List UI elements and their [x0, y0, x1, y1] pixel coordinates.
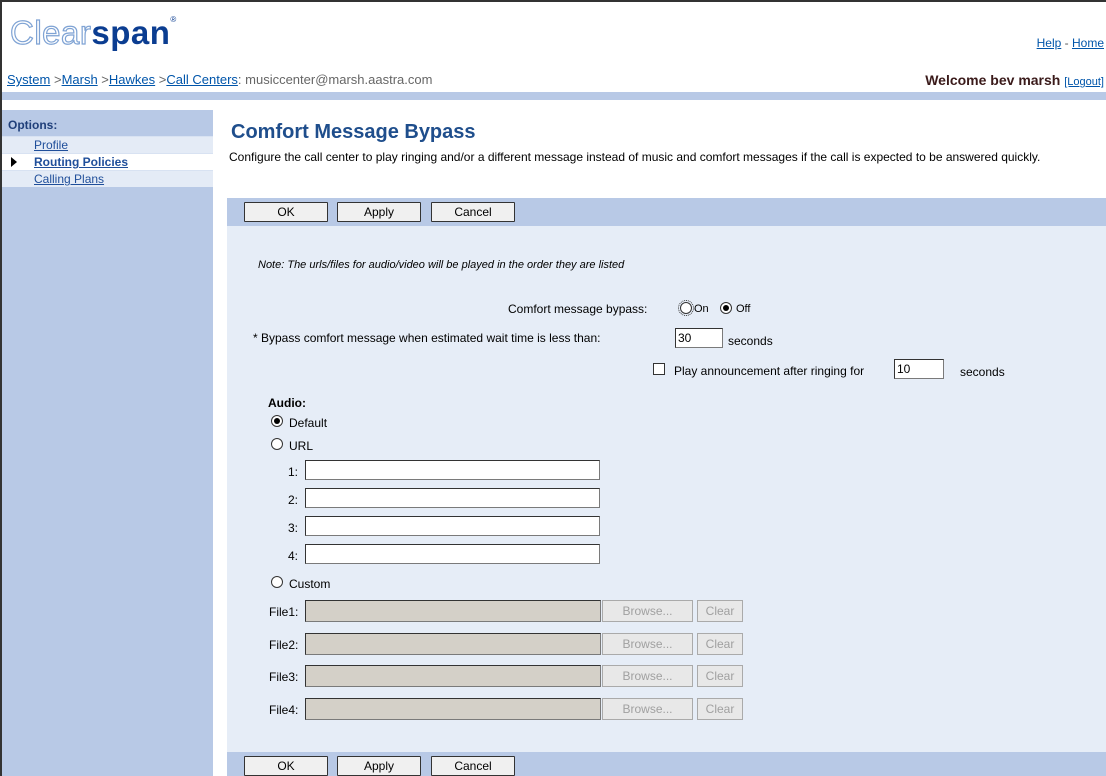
form-panel: [227, 198, 1106, 776]
bypass-on-label: On: [694, 303, 709, 315]
page-title: Comfort Message Bypass: [231, 121, 476, 143]
url-3-label: 3:: [288, 521, 299, 535]
top-links: Help - Home: [1037, 36, 1104, 50]
help-link[interactable]: Help: [1037, 36, 1062, 50]
file-4-label: File4:: [269, 703, 299, 717]
play-announcement-checkbox[interactable]: [653, 363, 665, 375]
file-2-clear-button[interactable]: Clear: [697, 633, 743, 655]
link-separator: -: [1064, 36, 1069, 50]
audio-custom-radio[interactable]: [271, 576, 283, 588]
breadcrumb-marsh[interactable]: Marsh: [62, 72, 98, 87]
ok-button[interactable]: OK: [244, 756, 328, 776]
cancel-button[interactable]: Cancel: [431, 202, 515, 222]
header-divider-bar: [2, 92, 1106, 100]
ring-seconds-input[interactable]: 10: [894, 359, 944, 379]
breadcrumb-current: : musiccenter@marsh.aastra.com: [237, 72, 433, 87]
ok-button[interactable]: OK: [244, 202, 328, 222]
breadcrumb-sep: >: [50, 72, 62, 87]
clearspan-logo: Clearspan®: [9, 14, 177, 51]
wait-time-label: * Bypass comfort message when estimated …: [253, 331, 601, 345]
file-3-clear-button[interactable]: Clear: [697, 665, 743, 687]
url-2-input[interactable]: [305, 488, 600, 508]
url-1-label: 1:: [288, 465, 299, 479]
file-1-clear-button[interactable]: Clear: [697, 600, 743, 622]
bypass-off-label: Off: [736, 303, 751, 315]
logo-text-bold: span: [91, 14, 171, 51]
sidebar: Options: Profile Routing Policies Callin…: [2, 110, 213, 776]
audio-url-radio[interactable]: [271, 438, 283, 450]
url-3-input[interactable]: [305, 516, 600, 536]
sidebar-title: Options:: [8, 118, 58, 132]
cancel-button[interactable]: Cancel: [431, 756, 515, 776]
file-4-clear-button[interactable]: Clear: [697, 698, 743, 720]
current-page-arrow-icon: [11, 157, 17, 167]
top-button-bar: OK Apply Cancel: [227, 198, 1106, 226]
ring-label: Play announcement after ringing for: [674, 364, 865, 378]
sidebar-item-routing-policies[interactable]: Routing Policies: [2, 153, 213, 170]
url-2-label: 2:: [288, 493, 299, 507]
url-4-label: 4:: [288, 549, 299, 563]
file-2-input[interactable]: [305, 633, 601, 655]
file-1-label: File1:: [269, 605, 299, 619]
sidebar-item-profile[interactable]: Profile: [2, 136, 213, 153]
form-note: Note: The urls/files for audio/video wil…: [258, 259, 625, 271]
sidebar-nav: Profile Routing Policies Calling Plans: [2, 136, 213, 187]
breadcrumb: System >Marsh >Hawkes >Call Centers: mus…: [7, 72, 432, 87]
breadcrumb-sep: >: [155, 72, 167, 87]
welcome-text: Welcome bev marsh: [925, 72, 1061, 88]
file-3-browse-button[interactable]: Browse...: [602, 665, 693, 687]
sidebar-item-calling-plans[interactable]: Calling Plans: [2, 170, 213, 187]
file-3-label: File3:: [269, 670, 299, 684]
file-1-browse-button[interactable]: Browse...: [602, 600, 693, 622]
page-description: Configure the call center to play ringin…: [229, 150, 1041, 164]
welcome-message: Welcome bev marsh [Logout]: [925, 72, 1104, 88]
file-4-input[interactable]: [305, 698, 601, 720]
url-4-input[interactable]: [305, 544, 600, 564]
ring-unit: seconds: [960, 365, 1005, 379]
audio-custom-label: Custom: [289, 577, 331, 591]
file-2-label: File2:: [269, 638, 299, 652]
logo-registered-mark: ®: [170, 15, 177, 24]
sidebar-item-label[interactable]: Profile: [34, 138, 68, 152]
breadcrumb-system[interactable]: System: [7, 72, 50, 87]
bypass-off-radio[interactable]: [720, 302, 732, 314]
bypass-on-radio[interactable]: [678, 300, 694, 316]
audio-default-radio[interactable]: [271, 415, 283, 427]
breadcrumb-hawkes[interactable]: Hawkes: [109, 72, 155, 87]
bypass-label: Comfort message bypass:: [508, 302, 648, 316]
logout-link[interactable]: [Logout]: [1064, 76, 1104, 88]
apply-button[interactable]: Apply: [337, 756, 421, 776]
breadcrumb-call-centers[interactable]: Call Centers: [166, 72, 238, 87]
wait-time-input[interactable]: 30: [675, 328, 723, 348]
file-4-browse-button[interactable]: Browse...: [602, 698, 693, 720]
sidebar-item-label[interactable]: Routing Policies: [34, 155, 128, 169]
home-link[interactable]: Home: [1072, 36, 1104, 50]
apply-button[interactable]: Apply: [337, 202, 421, 222]
bottom-button-bar: OK Apply Cancel: [227, 752, 1106, 776]
file-2-browse-button[interactable]: Browse...: [602, 633, 693, 655]
url-1-input[interactable]: [305, 460, 600, 480]
file-1-input[interactable]: [305, 600, 601, 622]
sidebar-item-label[interactable]: Calling Plans: [34, 172, 104, 186]
audio-section-label: Audio:: [268, 396, 306, 410]
audio-default-label: Default: [289, 416, 328, 430]
breadcrumb-sep: >: [97, 72, 109, 87]
audio-url-label: URL: [289, 439, 314, 453]
file-3-input[interactable]: [305, 665, 601, 687]
logo-text-light: Clear: [9, 14, 92, 51]
wait-time-unit: seconds: [728, 334, 773, 348]
